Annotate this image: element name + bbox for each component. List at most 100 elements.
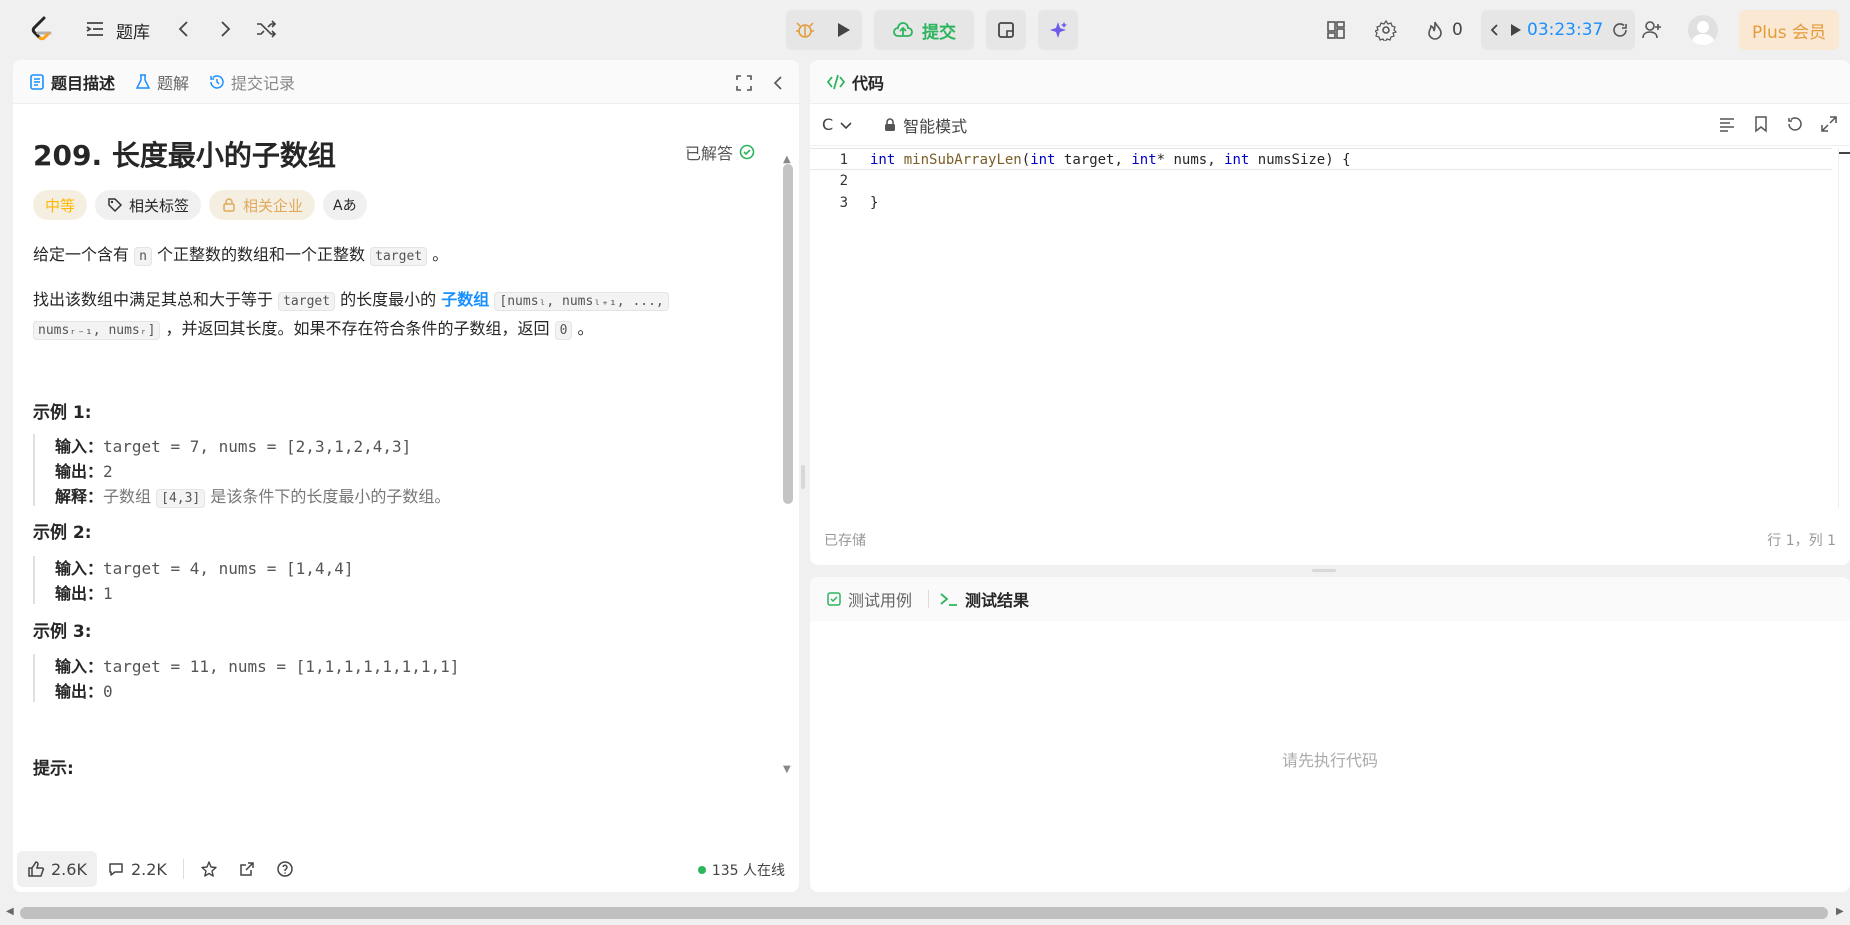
timer-collapse-icon[interactable] xyxy=(1487,22,1503,38)
online-count: 135 人在线 xyxy=(697,860,785,880)
reset-code-icon[interactable] xyxy=(1786,115,1804,137)
input-value: target = 11, nums = [1,1,1,1,1,1,1,1] xyxy=(103,657,460,676)
tab-description-label: 题目描述 xyxy=(51,73,116,93)
inline-code: numsᵣ₋₁, numsᵣ] xyxy=(33,321,161,340)
favorite-button[interactable] xyxy=(190,851,228,887)
output-label: 输出： xyxy=(55,462,104,481)
random-problem-button[interactable] xyxy=(255,18,277,40)
problem-list-icon[interactable] xyxy=(84,18,106,40)
related-companies-button[interactable]: 相关企业 xyxy=(209,190,316,220)
keyword: int xyxy=(870,152,896,168)
fullscreen-icon[interactable] xyxy=(735,74,753,96)
settings-button[interactable] xyxy=(1375,19,1397,41)
debug-run-group xyxy=(786,10,862,50)
code-editor[interactable]: 1 int minSubArrayLen(int target, int* nu… xyxy=(810,148,1832,508)
tab-solutions[interactable]: 题解 xyxy=(135,70,189,94)
tab-code[interactable]: 代码 xyxy=(826,70,884,94)
scroll-marker xyxy=(1839,152,1850,154)
timer-play-icon[interactable] xyxy=(1507,22,1523,38)
translate-button[interactable]: Aあ xyxy=(323,190,367,220)
document-icon xyxy=(30,73,44,90)
add-friend-button[interactable] xyxy=(1641,19,1663,41)
streak-button[interactable]: 0 xyxy=(1424,19,1463,41)
hints-title: 提示: xyxy=(33,759,74,779)
keyword: int xyxy=(1030,152,1056,168)
example-1-block: 输入：target = 7, nums = [2,3,1,2,4,3] 输出：2… xyxy=(33,434,450,508)
plus-membership-button[interactable]: Plus 会员 xyxy=(1739,10,1839,50)
problem-content: 209. 长度最小的子数组 已解答 中等 相关标签 相关企业 Aあ 给定一个含有… xyxy=(13,104,783,839)
bookmark-icon[interactable] xyxy=(1752,115,1770,137)
debug-button[interactable] xyxy=(786,19,824,41)
explanation-label: 解释： xyxy=(55,487,104,506)
run-button[interactable] xyxy=(824,19,862,41)
lock-icon xyxy=(223,198,235,212)
help-button[interactable] xyxy=(266,851,304,887)
collapse-panel-icon[interactable] xyxy=(769,74,787,96)
vertical-splitter[interactable] xyxy=(801,465,805,489)
editor-actions xyxy=(1718,115,1838,137)
description-scrollbar[interactable] xyxy=(783,164,793,504)
expand-editor-icon[interactable] xyxy=(1820,115,1838,137)
comment-icon xyxy=(109,863,123,876)
subarray-link[interactable]: 子数组 xyxy=(441,290,489,309)
avatar[interactable] xyxy=(1688,15,1718,45)
solved-status: 已解答 xyxy=(685,140,755,164)
tab-test-cases[interactable]: 测试用例 xyxy=(826,587,912,611)
page-horizontal-scrollbar[interactable] xyxy=(20,907,1828,919)
hscroll-right-arrow[interactable]: ▶ xyxy=(1836,906,1844,917)
question-icon xyxy=(277,861,293,877)
inline-code: 0 xyxy=(554,321,573,340)
horizontal-splitter[interactable] xyxy=(1312,569,1336,572)
problem-tags: 中等 相关标签 相关企业 Aあ xyxy=(33,190,367,220)
related-tags-button[interactable]: 相关标签 xyxy=(95,190,202,220)
text: ，并返回其长度。如果不存在符合条件的子数组，返回 xyxy=(165,319,550,338)
format-code-icon[interactable] xyxy=(1718,115,1736,137)
timer-reset-icon[interactable] xyxy=(1611,21,1629,39)
comments-button[interactable]: 2.2K xyxy=(97,851,177,887)
code-text: numsSize) { xyxy=(1249,152,1351,168)
chevron-left-icon xyxy=(178,21,188,37)
tab-description[interactable]: 题目描述 xyxy=(29,70,115,94)
output-value: 0 xyxy=(103,682,113,701)
leetcode-logo-icon[interactable] xyxy=(26,14,56,44)
problem-bank-link[interactable]: 题库 xyxy=(116,18,150,43)
terminal-icon xyxy=(940,593,958,606)
problem-tabs: 题目描述 题解 提交记录 xyxy=(13,60,799,104)
history-icon xyxy=(210,74,224,89)
function-name: minSubArrayLen xyxy=(903,152,1022,168)
text: 找出该数组中满足其总和大于等于 xyxy=(33,290,274,309)
translate-icon: Aあ xyxy=(333,198,357,214)
inline-code: n xyxy=(134,247,152,266)
test-empty-message: 请先执行代码 xyxy=(1281,751,1378,770)
problem-title: 209. 长度最小的子数组 xyxy=(33,139,336,172)
notes-button[interactable] xyxy=(986,10,1026,50)
editor-scrollbar[interactable] xyxy=(1838,148,1850,508)
example-2-title: 示例 2: xyxy=(33,523,92,543)
code-line[interactable]: 3 } xyxy=(810,192,1832,214)
code-tabs: 代码 xyxy=(810,60,1850,104)
problem-panel: 题目描述 题解 提交记录 209. 长度最小的子数组 已解答 中等 相关标签 相… xyxy=(13,60,799,892)
ai-assistant-button[interactable] xyxy=(1038,10,1078,50)
input-value: target = 4, nums = [1,4,4] xyxy=(103,559,354,578)
hscroll-left-arrow[interactable]: ◀ xyxy=(6,906,14,917)
language-select[interactable]: C xyxy=(822,115,853,134)
tab-test-cases-label: 测试用例 xyxy=(848,591,913,610)
next-problem-button[interactable] xyxy=(214,18,236,40)
tab-submissions[interactable]: 提交记录 xyxy=(209,70,295,94)
user-avatar-icon xyxy=(1691,21,1715,45)
code-line[interactable]: 2 xyxy=(810,170,1832,192)
submit-button[interactable]: 提交 xyxy=(874,10,974,50)
line-number: 2 xyxy=(839,173,848,189)
like-button[interactable]: 2.6K xyxy=(17,851,97,887)
tab-test-results-label: 测试结果 xyxy=(965,591,1030,610)
prev-problem-button[interactable] xyxy=(173,18,195,40)
share-button[interactable] xyxy=(228,851,266,887)
tab-test-results[interactable]: 测试结果 xyxy=(939,587,1029,611)
scroll-down-arrow[interactable]: ▼ xyxy=(783,764,791,775)
note-icon xyxy=(998,22,1014,38)
smart-mode-toggle[interactable]: 智能模式 xyxy=(883,113,967,137)
code-line[interactable]: 1 int minSubArrayLen(int target, int* nu… xyxy=(810,148,1832,170)
layout-button[interactable] xyxy=(1325,19,1347,41)
text: 给定一个含有 xyxy=(33,245,130,264)
saved-status: 已存储 xyxy=(824,533,866,549)
